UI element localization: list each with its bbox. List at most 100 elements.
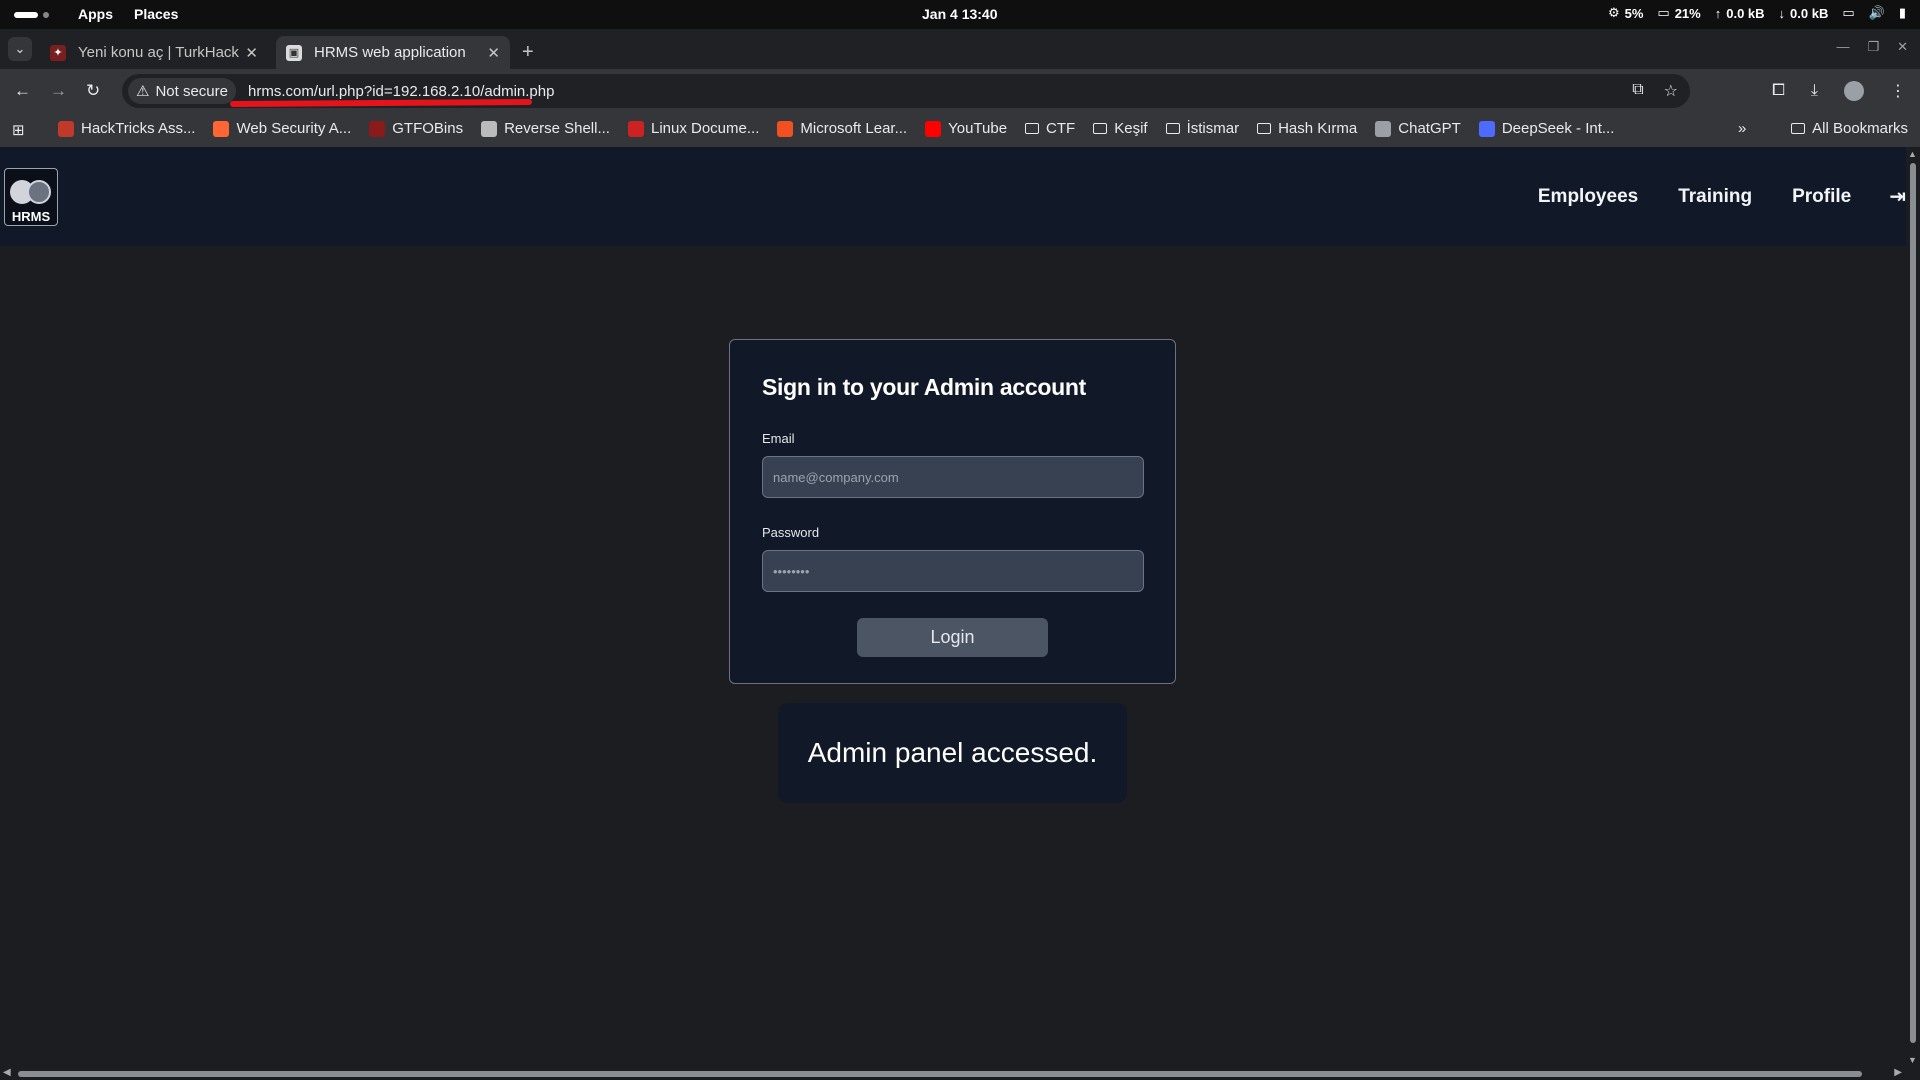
scroll-thumb[interactable]	[1910, 163, 1916, 1043]
bookmark-label: YouTube	[948, 120, 1008, 137]
chatgpt-icon	[1375, 120, 1392, 137]
minimize-icon[interactable]: —	[1836, 39, 1849, 55]
nav-profile[interactable]: Profile	[1792, 186, 1851, 208]
extensions-icon[interactable]: ⧠	[1772, 82, 1785, 100]
bookmark-item[interactable]: Reverse Shell...	[481, 120, 610, 137]
translate-icon[interactable]: ⧉	[1632, 81, 1643, 101]
tab-search-button[interactable]: ⌄	[8, 37, 32, 61]
hrms-logo[interactable]: HRMS	[4, 168, 58, 226]
close-tab-icon[interactable]: ✕	[487, 44, 500, 62]
folder-icon	[1257, 123, 1272, 134]
nav-training[interactable]: Training	[1678, 186, 1752, 208]
folder-icon	[1165, 123, 1180, 134]
bookmark-list: HackTricks Ass... Web Security A... GTFOBi…	[58, 120, 1614, 137]
email-field[interactable]	[762, 456, 1144, 498]
password-label: Password	[762, 525, 820, 540]
bookmark-item[interactable]: Linux Docume...	[627, 120, 760, 137]
bookmarks-bar: ⊞ HackTricks Ass... Web Security A... GTFO…	[0, 113, 1920, 147]
close-tab-icon[interactable]: ✕	[245, 44, 258, 62]
arrow-down-icon: ↓	[1778, 5, 1786, 21]
scroll-up-icon[interactable]: ▲	[1908, 149, 1917, 159]
web-page: HRMS Employees Training Profile ⇥ Sign i…	[0, 147, 1906, 1067]
scroll-right-icon[interactable]: ▶	[1894, 1067, 1902, 1078]
bookmark-item[interactable]: İstismar	[1165, 120, 1240, 137]
battery-icon[interactable]: ▮	[1899, 5, 1906, 21]
back-icon[interactable]: ←	[14, 81, 31, 101]
bookmark-label: Hash Kırma	[1278, 120, 1358, 137]
scroll-left-icon[interactable]: ◀	[3, 1067, 11, 1078]
hrms-icon: ▣	[286, 44, 302, 61]
bookmark-item[interactable]: GTFOBins	[369, 120, 463, 137]
tab-title: HRMS web application	[314, 44, 466, 61]
security-label: Not secure	[155, 82, 228, 100]
bookmark-label: HackTricks Ass...	[81, 120, 196, 137]
new-tab-icon[interactable]: +	[522, 41, 534, 64]
all-bookmarks-label: All Bookmarks	[1812, 120, 1908, 137]
site-nav-links: Employees Training Profile ⇥	[1498, 184, 1906, 209]
microsoft-icon	[777, 120, 794, 137]
screen-icon[interactable]: ▭	[1842, 5, 1854, 21]
close-window-icon[interactable]: ✕	[1897, 39, 1908, 55]
logout-icon[interactable]: ⇥	[1889, 184, 1906, 209]
bookmark-item[interactable]: ChatGPT	[1375, 120, 1461, 137]
bookmark-item[interactable]: CTF	[1025, 120, 1075, 137]
folder-icon	[1791, 123, 1806, 134]
tab-title: Yeni konu aç | TurkHackT	[78, 44, 240, 61]
download-icon[interactable]: ⤓	[1811, 82, 1818, 100]
window-controls: — ❐ ✕	[1836, 39, 1908, 55]
url-text[interactable]: hrms.com/url.php?id=192.168.2.10/admin.p…	[248, 83, 554, 100]
upload-status: ↑ 0.0 kB	[1714, 5, 1765, 21]
tab-hrms[interactable]: ▣ HRMS web application ✕	[276, 36, 510, 69]
bookmark-item[interactable]: HackTricks Ass...	[58, 120, 195, 137]
apps-grid-icon[interactable]: ⊞	[12, 121, 25, 139]
logo-text: HRMS	[11, 209, 51, 224]
scroll-thumb[interactable]	[18, 1071, 1862, 1077]
deepseek-icon	[1478, 120, 1495, 137]
system-top-bar: Apps Places Jan 4 13:40 ⚙ 5% ▭ 21% ↑ 0.0 kB…	[0, 0, 1920, 29]
arrow-up-icon: ↑	[1714, 5, 1722, 21]
activities-indicator[interactable]	[14, 12, 49, 18]
apps-menu[interactable]: Apps	[78, 6, 113, 22]
login-title: Sign in to your Admin account	[762, 374, 1086, 400]
portswigger-icon	[213, 120, 230, 137]
reload-icon[interactable]: ↻	[86, 81, 100, 101]
turkhack-icon: ✦	[50, 44, 66, 61]
bookmark-item[interactable]: Hash Kırma	[1257, 120, 1357, 137]
bookmark-label: CTF	[1046, 120, 1076, 137]
bookmark-star-icon[interactable]: ☆	[1664, 81, 1678, 101]
bookmark-item[interactable]: Web Security A...	[213, 120, 351, 137]
volume-icon[interactable]: 🔊	[1869, 5, 1885, 21]
skull-icon	[481, 120, 498, 137]
cpu-icon: ⚙	[1607, 5, 1620, 20]
system-status-area[interactable]: ⚙ 5% ▭ 21% ↑ 0.0 kB ↓ 0.0 kB ▭ 🔊 ▮	[1608, 5, 1906, 21]
profile-avatar[interactable]	[1844, 81, 1864, 101]
memory-icon: ▭	[1657, 5, 1670, 20]
bookmark-item[interactable]: Microsoft Lear...	[777, 120, 907, 137]
tab-turkhack[interactable]: ✦ Yeni konu aç | TurkHackT ✕	[40, 36, 268, 69]
places-menu[interactable]: Places	[134, 6, 178, 22]
bookmark-label: Reverse Shell...	[504, 120, 610, 137]
bookmark-label: Linux Docume...	[650, 120, 760, 137]
menu-icon[interactable]: ⋮	[1890, 81, 1906, 101]
bookmark-item[interactable]: Keşif	[1093, 120, 1148, 137]
security-chip[interactable]: ⚠ Not secure	[128, 78, 236, 104]
forward-icon[interactable]: →	[50, 81, 67, 101]
bookmark-label: ChatGPT	[1398, 120, 1461, 137]
clock[interactable]: Jan 4 13:40	[922, 6, 998, 22]
bookmark-label: İstismar	[1186, 120, 1240, 137]
password-field[interactable]	[762, 550, 1144, 592]
toast-message: Admin panel accessed.	[778, 703, 1127, 803]
login-button[interactable]: Login	[857, 618, 1048, 657]
scroll-down-icon[interactable]: ▼	[1908, 1055, 1917, 1065]
bookmark-item[interactable]: DeepSeek - Int...	[1478, 120, 1614, 137]
vertical-scrollbar[interactable]: ▲ ▼	[1906, 147, 1920, 1067]
horizontal-scrollbar[interactable]: ◀ ▶	[0, 1067, 1920, 1080]
restore-icon[interactable]: ❐	[1867, 39, 1879, 55]
nav-employees[interactable]: Employees	[1538, 186, 1638, 208]
bookmark-item[interactable]: YouTube	[925, 120, 1007, 137]
more-bookmarks-icon[interactable]: »	[1738, 120, 1746, 137]
folder-icon	[1025, 123, 1040, 134]
all-bookmarks-button[interactable]: All Bookmarks	[1791, 120, 1908, 137]
youtube-icon	[925, 120, 942, 137]
login-card: Sign in to your Admin account Email Pass…	[729, 339, 1176, 684]
